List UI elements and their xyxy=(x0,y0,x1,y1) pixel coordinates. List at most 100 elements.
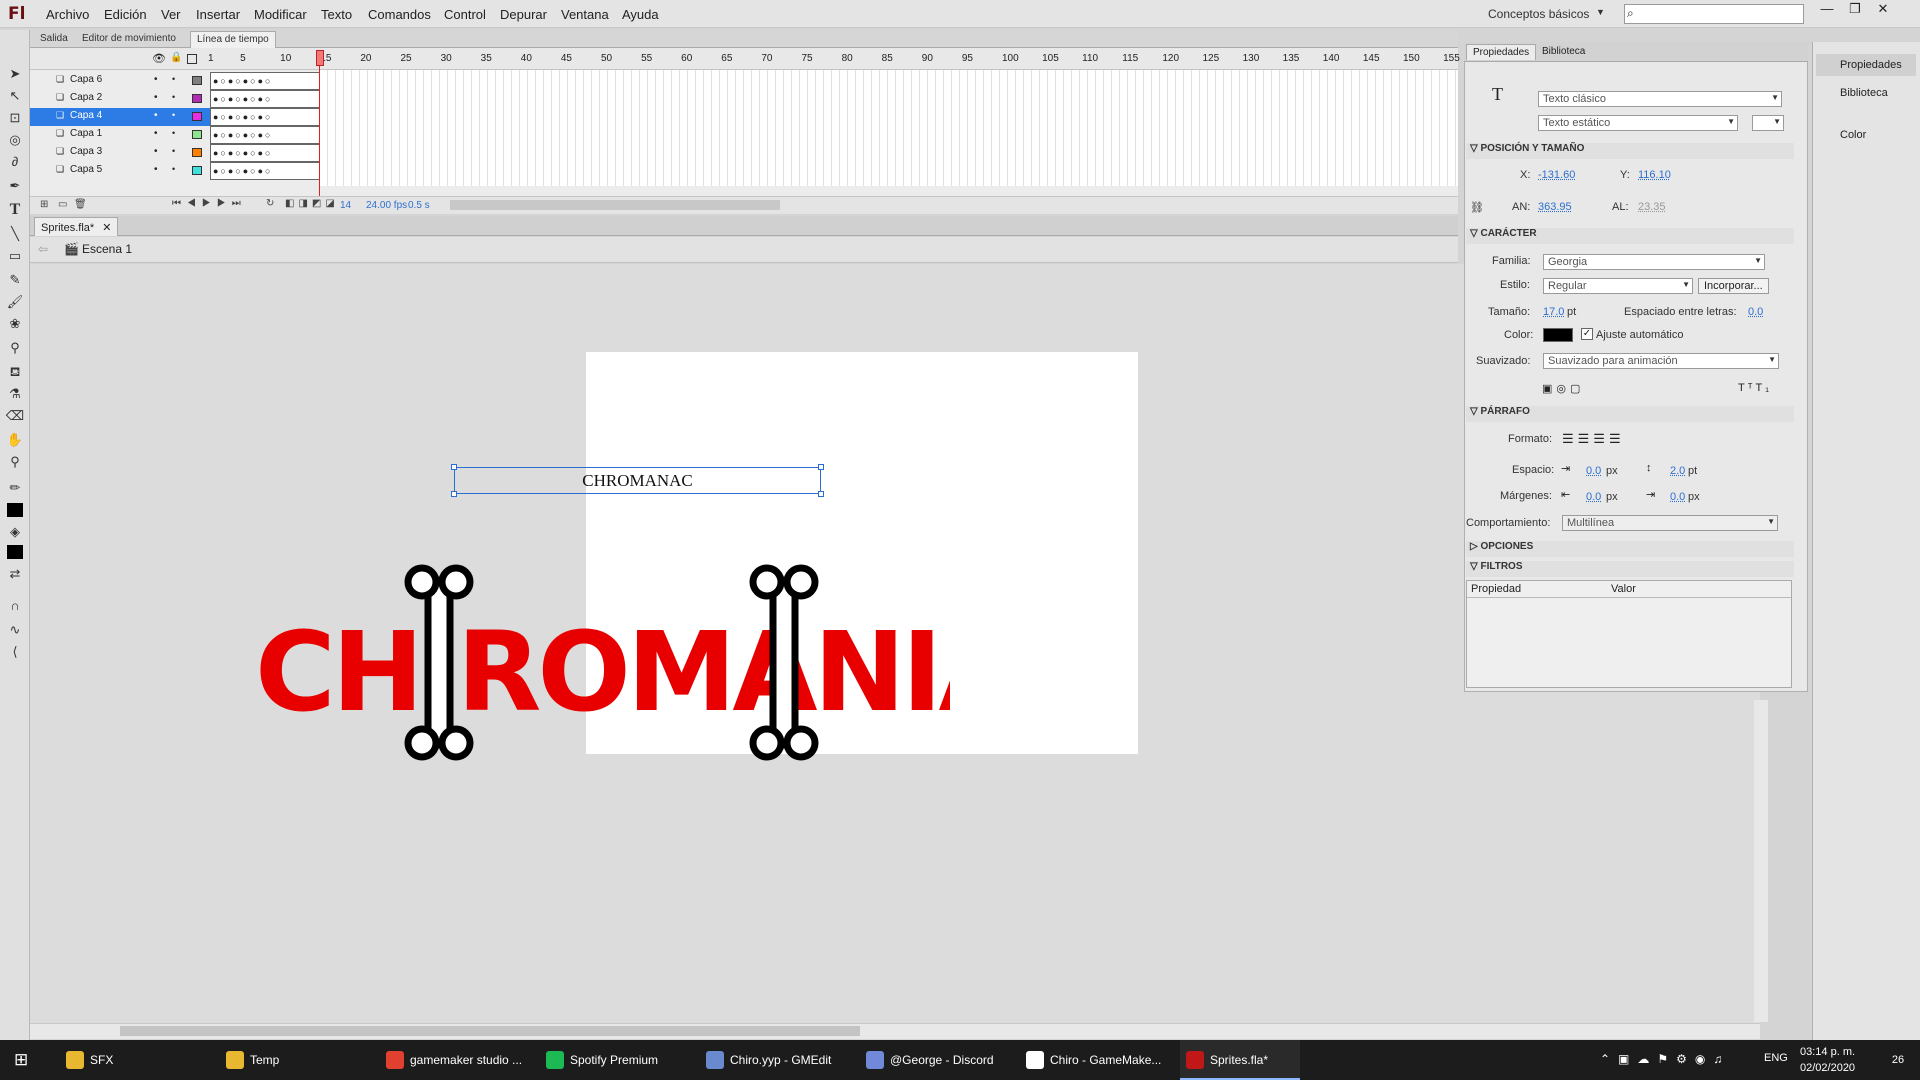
rectangle-tool-icon[interactable]: ▭ xyxy=(4,246,26,266)
layer-frames[interactable]: ●○●○●○●○ xyxy=(210,126,320,144)
stroke-color-icon[interactable]: ✏ xyxy=(4,478,26,498)
lock-dot[interactable]: • xyxy=(172,164,175,174)
menu-insertar[interactable]: Insertar xyxy=(196,7,240,22)
tab-library[interactable]: Biblioteca xyxy=(1536,44,1591,59)
eyedropper-icon[interactable]: ⚗ xyxy=(4,384,26,404)
layer-color-swatch[interactable] xyxy=(192,148,202,157)
scene-name[interactable]: Escena 1 xyxy=(82,242,132,256)
section-position[interactable]: ▽ POSICIÓN Y TAMAÑO xyxy=(1466,143,1794,159)
tray-icons[interactable]: ⌃▣☁⚑⚙◉♫ xyxy=(1600,1052,1730,1066)
line-spacing-value[interactable]: 2.0 xyxy=(1670,465,1685,477)
swap-colors-icon[interactable]: ⇄ xyxy=(4,564,26,584)
right-margin-value[interactable]: 0.0 xyxy=(1670,491,1685,503)
link-icon[interactable]: ⛓ xyxy=(1470,201,1484,214)
tab-properties[interactable]: Propiedades xyxy=(1466,44,1537,60)
menu-modificar[interactable]: Modificar xyxy=(254,7,307,22)
menu-texto[interactable]: Texto xyxy=(321,7,352,22)
workspace-switcher[interactable]: Conceptos básicos xyxy=(1488,7,1589,21)
lock-icon[interactable]: 🔒 xyxy=(170,52,182,63)
font-family-select[interactable]: Georgia ▼ xyxy=(1543,254,1765,270)
timeline-scrollbar[interactable] xyxy=(450,200,780,210)
tab-motion-editor[interactable]: Editor de movimiento xyxy=(76,31,182,48)
delete-layer-icon[interactable]: 🗑 xyxy=(74,199,87,210)
layer-frames[interactable]: ●○●○●○●○ xyxy=(210,162,320,180)
layer-color-swatch[interactable] xyxy=(192,112,202,121)
text-type-select[interactable]: Texto estático ▼ xyxy=(1538,115,1738,131)
text-field[interactable]: CHROMANAC xyxy=(454,467,821,494)
search-input[interactable]: ⌕ xyxy=(1624,4,1804,24)
eye-icon[interactable]: 👁 xyxy=(152,52,166,65)
deco-tool-icon[interactable]: ❀ xyxy=(4,314,26,334)
chiromaniac-logo[interactable]: CHIROMANIAC xyxy=(250,560,950,780)
outline-icon[interactable] xyxy=(187,54,197,64)
frame-rate[interactable]: 24.00 fps xyxy=(366,200,407,211)
side-library[interactable]: Biblioteca xyxy=(1816,82,1916,104)
layer-row[interactable]: ❏ Capa 2 • • xyxy=(30,90,210,108)
layer-frames[interactable]: ●○●○●○●○ xyxy=(210,90,320,108)
taskbar-app[interactable]: Spotify Premium xyxy=(540,1040,700,1080)
section-filters[interactable]: ▽ FILTROS xyxy=(1466,561,1794,577)
menu-edicion[interactable]: Edición xyxy=(104,7,147,22)
embed-button[interactable]: Incorporar... xyxy=(1698,278,1769,294)
x-value[interactable]: -131.60 xyxy=(1538,169,1575,181)
layer-name[interactable]: Capa 6 xyxy=(70,74,102,85)
autokern-checkbox[interactable]: ✓ xyxy=(1581,328,1593,340)
close-icon[interactable]: ✕ xyxy=(1870,1,1896,19)
lock-dot[interactable]: • xyxy=(172,128,175,138)
visibility-dot[interactable]: • xyxy=(154,74,158,85)
layer-frames[interactable]: ●○●○●○●○ xyxy=(210,144,320,162)
resize-handle[interactable] xyxy=(451,464,457,470)
side-color[interactable]: Color xyxy=(1816,124,1916,146)
taskbar-app[interactable]: Temp xyxy=(220,1040,370,1080)
playhead[interactable] xyxy=(316,50,324,66)
lock-dot[interactable]: • xyxy=(172,146,175,156)
menu-ventana[interactable]: Ventana xyxy=(561,7,609,22)
menu-control[interactable]: Control xyxy=(444,7,486,22)
section-character[interactable]: ▽ CARÁCTER xyxy=(1466,228,1794,244)
font-style-select[interactable]: Regular ▼ xyxy=(1543,278,1693,294)
section-paragraph[interactable]: ▽ PÁRRAFO xyxy=(1466,406,1794,422)
menu-comandos[interactable]: Comandos xyxy=(368,7,431,22)
layer-name[interactable]: Capa 5 xyxy=(70,164,102,175)
document-tab[interactable]: Sprites.fla* ✕ xyxy=(34,217,119,236)
indent-value[interactable]: 0.0 xyxy=(1586,465,1601,477)
taskbar-app[interactable]: Chiro - GameMake... xyxy=(1020,1040,1180,1080)
current-frame[interactable]: 14 xyxy=(340,200,351,211)
layer-color-swatch[interactable] xyxy=(192,166,202,175)
straighten-icon[interactable]: ⟨ xyxy=(4,642,26,662)
lock-dot[interactable]: • xyxy=(172,74,175,84)
tab-salida[interactable]: Salida xyxy=(34,31,74,48)
layer-name[interactable]: Capa 2 xyxy=(70,92,102,103)
resize-handle[interactable] xyxy=(818,464,824,470)
layer-row[interactable]: ❏ Capa 3 • • xyxy=(30,144,210,162)
size-value[interactable]: 17.0 xyxy=(1543,306,1564,318)
eraser-icon[interactable]: ⌫ xyxy=(4,406,26,426)
notification-badge[interactable]: 26 xyxy=(1888,1050,1908,1070)
onion-skin-icons[interactable]: ◧◨◩◪ xyxy=(285,198,339,209)
frame-grid[interactable] xyxy=(320,70,1458,186)
text-engine-select[interactable]: Texto clásico ▼ xyxy=(1538,91,1782,107)
resize-handle[interactable] xyxy=(818,491,824,497)
superscript-subscript-icons[interactable]: TᵀT₁ xyxy=(1738,382,1778,394)
bone-tool-icon[interactable]: ⚲ xyxy=(4,338,26,358)
taskbar-app[interactable]: @George - Discord xyxy=(860,1040,1020,1080)
free-transform-icon[interactable]: ⊡ xyxy=(4,108,26,128)
fill-swatch-icon[interactable] xyxy=(4,542,26,562)
fill-color-icon[interactable]: ◈ xyxy=(4,522,26,542)
taskbar-app[interactable]: gamemaker studio ... xyxy=(380,1040,540,1080)
stroke-swatch-icon[interactable] xyxy=(4,500,26,520)
lasso-icon[interactable]: ∂ xyxy=(4,152,26,172)
menu-archivo[interactable]: Archivo xyxy=(46,7,89,22)
pen-tool-icon[interactable]: ✒ xyxy=(4,176,26,196)
section-options[interactable]: ▷ OPCIONES xyxy=(1466,541,1794,557)
layer-row[interactable]: ❏ Capa 4 • • xyxy=(30,108,210,126)
paint-bucket-icon[interactable]: ⛾ xyxy=(4,362,26,382)
resize-handle[interactable] xyxy=(451,491,457,497)
side-properties[interactable]: Propiedades xyxy=(1816,54,1916,76)
antialias-select[interactable]: Suavizado para animación ▼ xyxy=(1543,353,1779,369)
lock-dot[interactable]: • xyxy=(172,92,175,102)
tab-timeline[interactable]: Línea de tiempo xyxy=(190,31,276,48)
taskbar-app[interactable]: Sprites.fla* xyxy=(1180,1040,1300,1080)
layer-color-swatch[interactable] xyxy=(192,76,202,85)
taskbar-app[interactable]: Chiro.yyp - GMEdit xyxy=(700,1040,860,1080)
